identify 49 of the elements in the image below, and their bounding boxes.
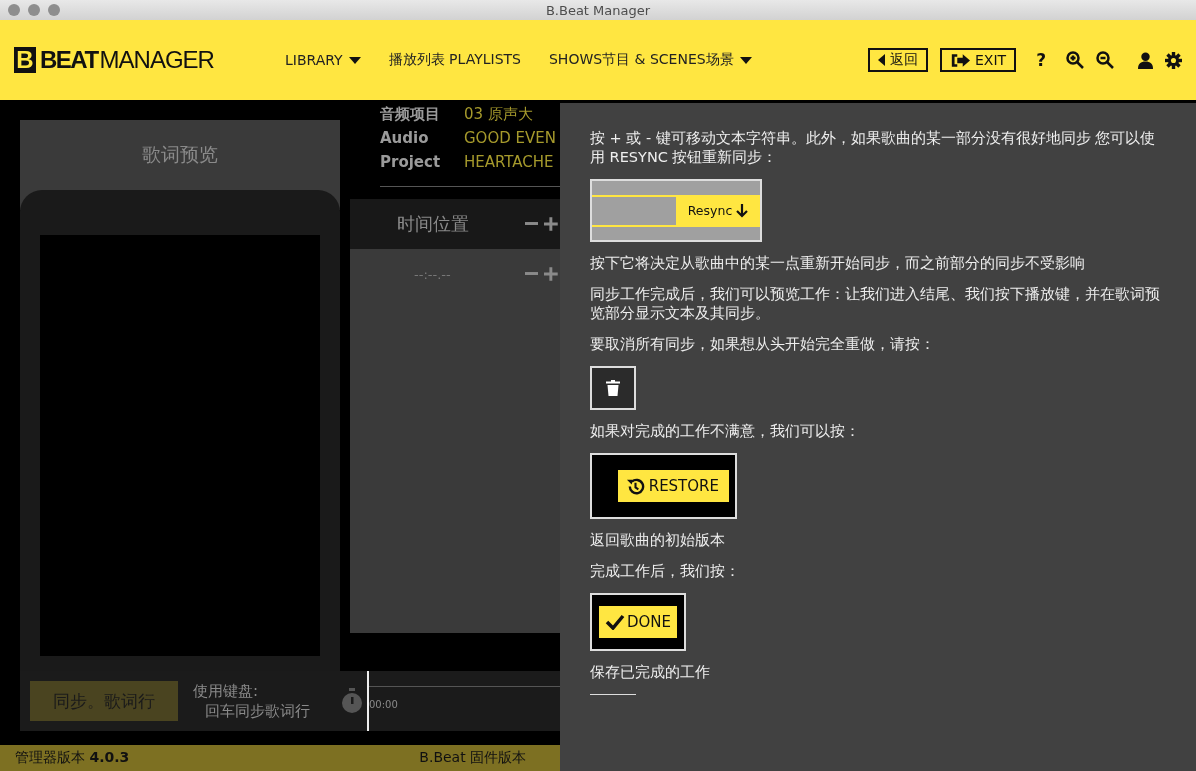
close-icon[interactable] [8,4,20,16]
exit-icon [950,52,970,68]
panel-title: 时间位置 [397,212,470,236]
help-paragraph: 按 + 或 - 键可移动文本字符串。此外，如果歌曲的某一部分没有很好地同步 您可以使用 RESYNC 按钮重新同步： [590,129,1157,167]
logo-text: MANAGER [99,46,214,74]
time-value: --:--.-- [414,267,452,282]
window-title: B.Beat Manager [545,2,651,18]
help-paragraph: 完成工作后，我们按： [590,562,741,581]
version-text: 管理器版本 4.0.3 [15,749,130,767]
caret-icon [348,56,361,64]
back-button[interactable]: 返回 [868,48,928,72]
down-arrow-icon [736,203,749,218]
project-value: GOOD EVEN [464,128,556,149]
keyboard-hint: 使用键盘: [193,681,260,701]
project-label: 音频项目 Audio Project [380,104,442,173]
plus-icon[interactable] [544,217,558,231]
nav-menu-item[interactable]: SHOWS节目 & SCENES场景 [548,51,752,69]
checkmark-icon [604,614,625,630]
minus-icon[interactable] [524,272,539,276]
timeline-time: 00:00 [369,699,398,710]
help-paragraph: 如果对完成的工作不满意，我们可以按： [590,422,861,441]
settings-icon[interactable] [1165,51,1182,69]
caret-icon [739,56,752,64]
history-icon [625,476,645,496]
trash-icon [606,380,620,396]
help-paragraph: 按下它将决定从歌曲中的某一点重新开始同步，而之前部分的同步不受影响 [590,254,1086,273]
firmware-text: B.Beat 固件版本 [419,749,527,767]
back-arrow-icon [878,54,885,66]
project-value: 03 原声大 [464,104,534,125]
help-paragraph: 保存已完成的工作 [590,663,711,682]
zoom-out-icon[interactable] [1096,51,1114,69]
project-value: HEARTACHE [464,152,555,173]
zoom-in-icon[interactable] [1066,51,1084,69]
logo-text: BEAT [40,46,98,74]
minus-icon[interactable] [524,222,539,226]
plus-icon[interactable] [544,267,558,281]
zoom-icon[interactable] [48,4,60,16]
logo-mark: B [14,47,36,73]
exit-button[interactable]: EXIT [940,48,1017,72]
minimize-icon[interactable] [28,4,40,16]
panel-title: 歌词预览 [142,142,218,167]
nav-menu-item[interactable]: LIBRARY [285,52,361,68]
help-paragraph: 要取消所有同步，如果想从头开始完全重做，请按： [590,335,936,354]
help-paragraph: 返回歌曲的初始版本 [590,531,726,550]
help-button[interactable]: ? [1036,50,1046,70]
help-paragraph: 同步工作完成后，我们可以预览工作：让我们进入结尾、我们按下播放键，并在歌词预览部分显示文本及其同步。 [590,285,1161,323]
keyboard-hint: 回车同步歌词行 [205,701,311,721]
user-icon[interactable] [1138,51,1153,69]
nav-menu-item[interactable]: 播放列表 PLAYLISTS [388,51,521,69]
